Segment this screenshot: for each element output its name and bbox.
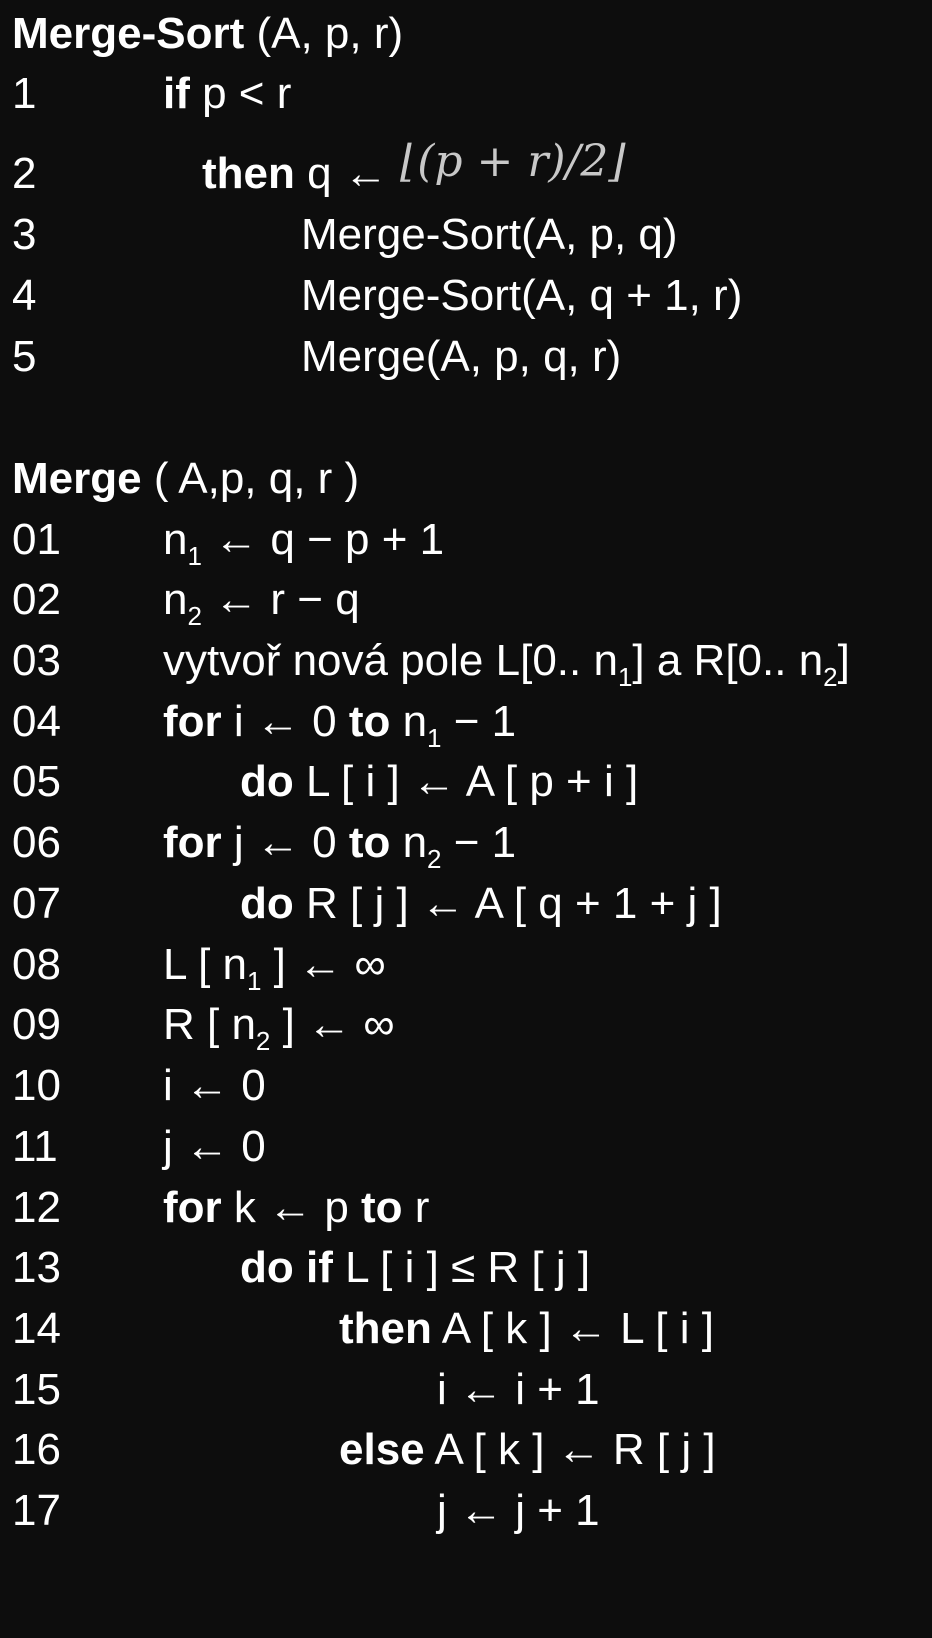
code-text: do if L [ i ] ≤ R [ j ] [240,1243,591,1292]
code-text: j ← j + 1 [437,1486,600,1535]
line-number: 15 [12,1365,61,1414]
code-text: L [ n1 ] ← ∞ [163,940,386,996]
code-text: vytvoř nová pole L[0.. n1] a R[0.. n2] [163,636,850,692]
code-text: n2 ← r − q [163,575,360,631]
line-number: 11 [12,1122,58,1171]
line-number: 02 [12,575,61,624]
code-text: then q ← ⌊(p + r)/2⌋ [202,136,626,198]
code-text: n1 ← q − p + 1 [163,515,445,571]
line-number: 16 [12,1425,61,1474]
line-number: 07 [12,879,61,928]
line-number: 12 [12,1183,61,1232]
code-text: j ← 0 [163,1122,266,1171]
code-text: if p < r [163,69,292,118]
code-text: for i ← 0 to n1 − 1 [163,697,517,753]
line-number: 06 [12,818,61,867]
merge-sort-title: Merge-Sort (A, p, r) [12,9,404,58]
code-text: else A [ k ] ← R [ j ] [339,1425,716,1474]
line-number: 01 [12,515,61,564]
line-number: 04 [12,697,61,746]
code-text: i ← i + 1 [437,1365,600,1414]
line-number: 1 [12,69,37,118]
code-text: for k ← p to r [163,1183,430,1232]
line-number: 13 [12,1243,61,1292]
line-number: 03 [12,636,61,685]
code-text: Merge-Sort(A, q + 1, r) [301,271,743,320]
line-number: 09 [12,1000,61,1049]
line-number: 17 [12,1486,61,1535]
code-text: for j ← 0 to n2 − 1 [163,818,517,874]
code-text: do L [ i ] ← A [ p + i ] [240,757,639,806]
line-number: 05 [12,757,61,806]
merge-title: Merge ( A,p, q, r ) [12,454,360,503]
line-number: 4 [12,271,37,320]
code-text: do R [ j ] ← A [ q + 1 + j ] [240,879,722,928]
code-text: Merge-Sort(A, p, q) [301,210,678,259]
line-number: 3 [12,210,37,259]
code-text: Merge(A, p, q, r) [301,332,622,381]
floor-formula: ⌊(p + r)/2⌋ [400,136,626,187]
line-number: 10 [12,1061,61,1110]
line-number: 14 [12,1304,61,1353]
line-number: 2 [12,149,37,198]
code-text: i ← 0 [163,1061,266,1110]
code-text: then A [ k ] ← L [ i ] [339,1304,714,1353]
code-text: R [ n2 ] ← ∞ [163,1000,395,1056]
line-number: 08 [12,940,61,989]
line-number: 5 [12,332,37,381]
